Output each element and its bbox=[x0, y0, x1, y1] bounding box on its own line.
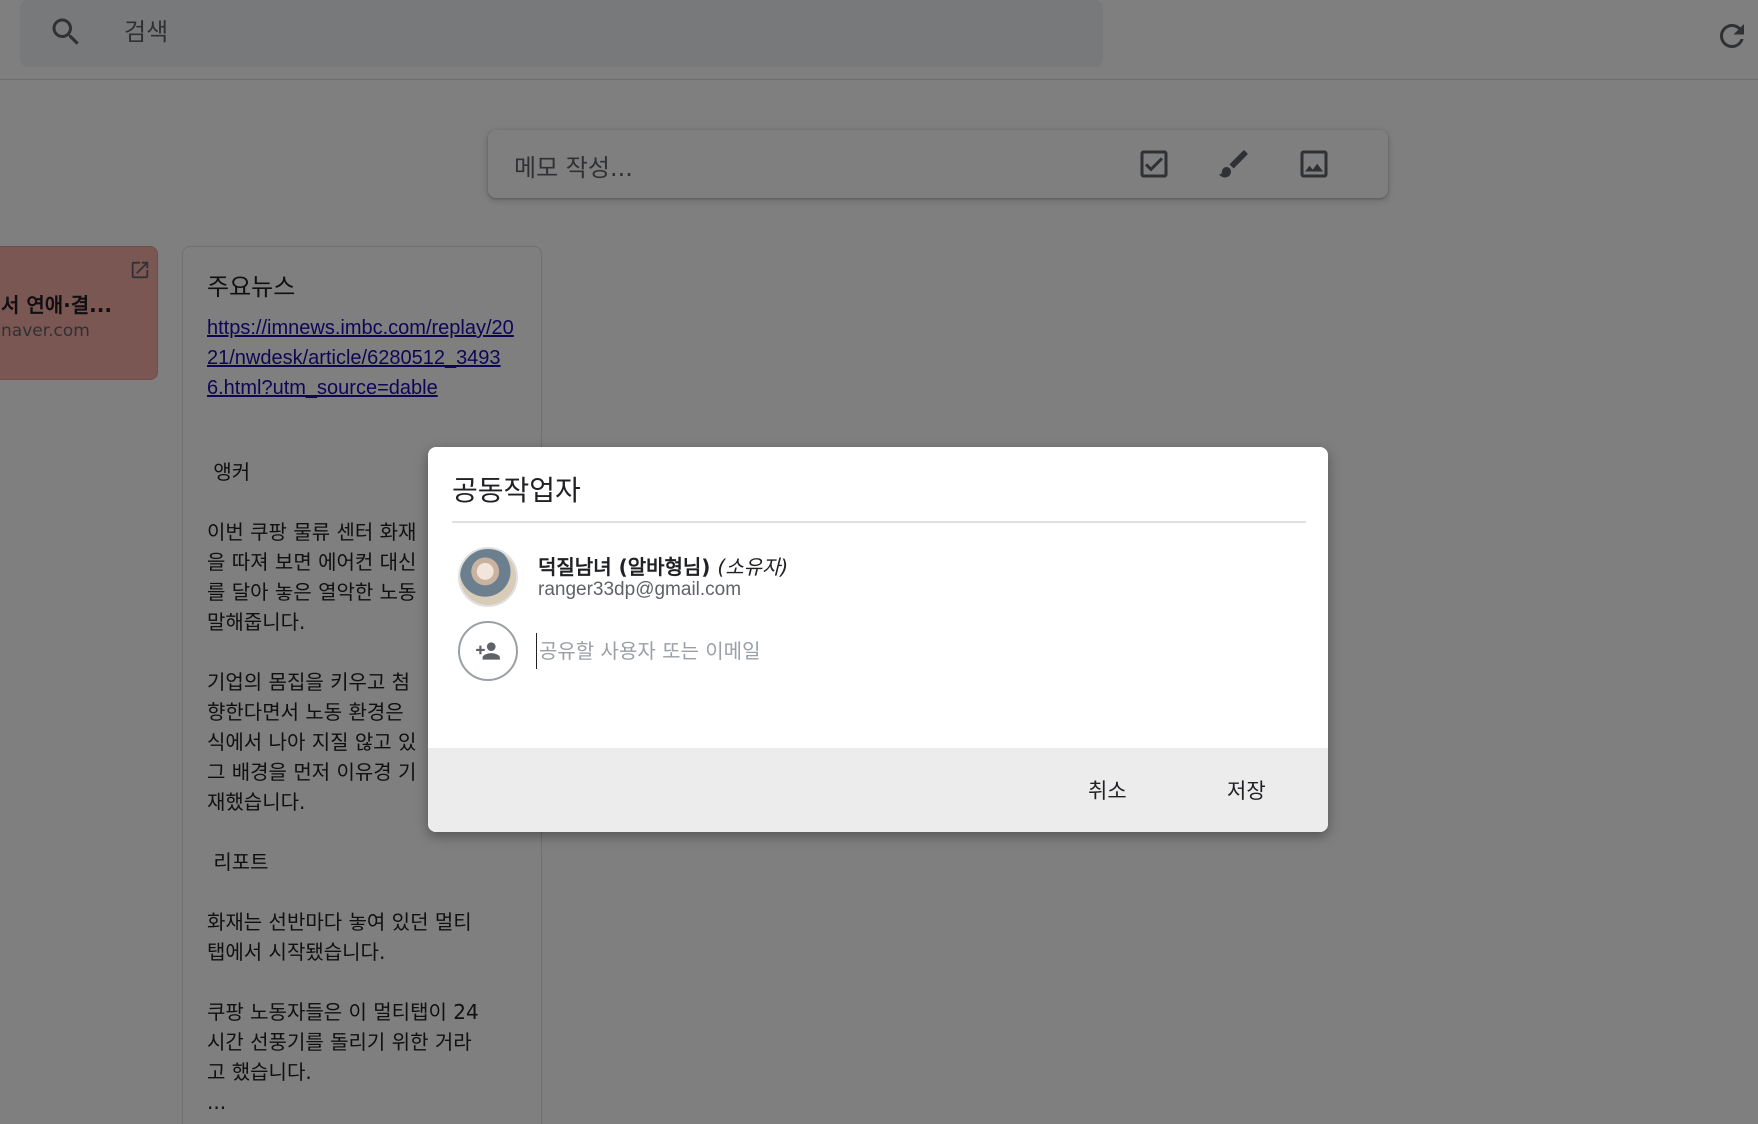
avatar bbox=[458, 547, 518, 607]
owner-name-text: 덕질남녀 (알바형님) bbox=[538, 555, 711, 579]
owner-email: ranger33dp@gmail.com bbox=[538, 579, 742, 600]
add-person-icon bbox=[458, 621, 518, 681]
save-button[interactable]: 저장 bbox=[1207, 768, 1286, 812]
collaborators-dialog: 공동작업자 덕질남녀 (알바형님) (소유자) ranger33dp@gmail… bbox=[428, 447, 1328, 832]
dialog-title: 공동작업자 bbox=[452, 474, 581, 507]
collaborator-owner: 덕질남녀 (알바형님) (소유자) ranger33dp@gmail.com bbox=[458, 547, 1298, 613]
dialog-divider bbox=[452, 521, 1306, 523]
add-collaborator-row bbox=[458, 621, 1298, 685]
collaborator-email-input[interactable] bbox=[536, 633, 1276, 669]
owner-role: (소유자) bbox=[717, 555, 789, 579]
dialog-footer: 취소 저장 bbox=[428, 748, 1328, 832]
owner-name: 덕질남녀 (알바형님) (소유자) bbox=[538, 551, 788, 580]
cancel-button[interactable]: 취소 bbox=[1068, 768, 1147, 812]
